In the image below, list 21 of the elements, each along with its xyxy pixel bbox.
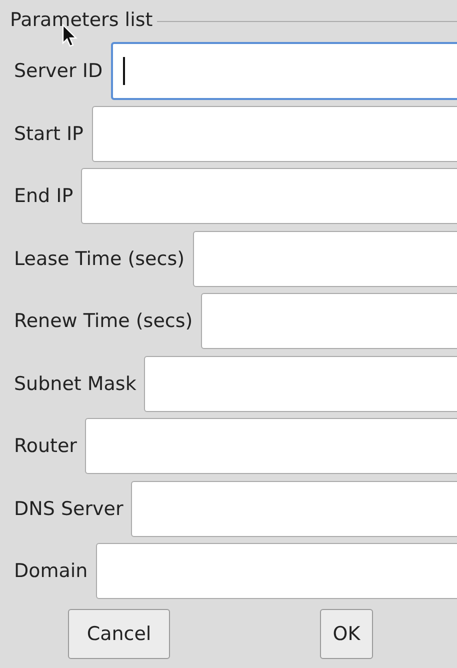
- field-label: Subnet Mask: [14, 372, 136, 395]
- input-field[interactable]: [84, 418, 457, 474]
- field-label: Lease Time (secs): [14, 248, 185, 270]
- input-field[interactable]: [96, 543, 457, 600]
- field-label: Renew Time (secs): [14, 310, 193, 332]
- group-title: Parameters list: [10, 9, 154, 31]
- input-field[interactable]: [110, 42, 457, 100]
- field-label: Start IP: [14, 122, 84, 145]
- input-field[interactable]: [200, 293, 457, 350]
- field-label: DNS Server: [14, 498, 124, 520]
- input-field[interactable]: [92, 106, 457, 162]
- field-label: Domain: [14, 560, 88, 582]
- dialog-button[interactable]: Cancel: [68, 608, 170, 658]
- input-field[interactable]: [192, 230, 457, 287]
- dialog-button[interactable]: OK: [320, 608, 373, 658]
- field-label: End IP: [14, 185, 74, 208]
- input-field[interactable]: [144, 356, 457, 412]
- input-field[interactable]: [81, 168, 457, 224]
- input-field[interactable]: [131, 480, 457, 537]
- field-label: Server ID: [14, 60, 103, 82]
- field-label: Router: [14, 435, 77, 458]
